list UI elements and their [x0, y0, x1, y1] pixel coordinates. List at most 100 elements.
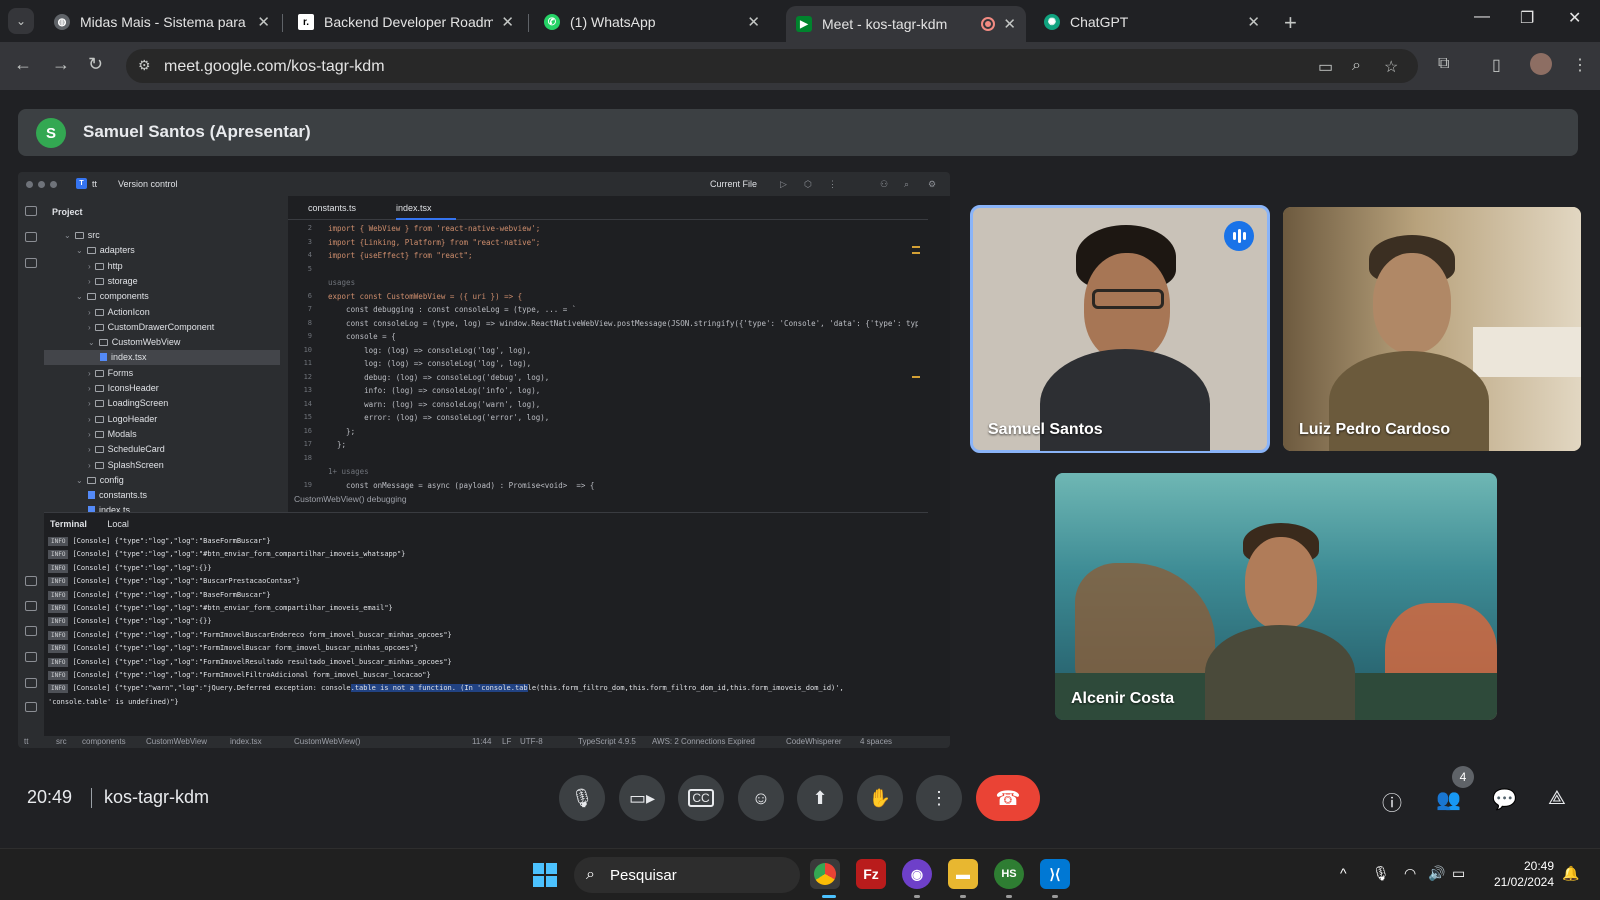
new-tab-button[interactable]: +: [1284, 10, 1297, 36]
project-panel-title: Project: [52, 207, 83, 217]
camera-icon[interactable]: ▭: [1318, 57, 1333, 77]
tree-folder: › SplashScreen: [44, 458, 280, 473]
github-app[interactable]: ◉: [902, 859, 932, 889]
tree-folder: ⌄ CustomWebView: [44, 335, 280, 350]
chevron-down-icon: ⌄: [76, 292, 83, 302]
close-tab-icon[interactable]: ✕: [1247, 13, 1260, 31]
commit-icon: [25, 232, 37, 242]
divider: [91, 788, 92, 808]
code-line: usages: [328, 278, 356, 287]
tab-title: (1) WhatsApp: [570, 14, 656, 30]
code-line: const consoleLog = (type, log) => window…: [328, 318, 918, 328]
restore-button[interactable]: ❐: [1520, 8, 1534, 28]
volume-icon[interactable]: 🔊: [1428, 865, 1445, 882]
forward-button[interactable]: →: [52, 54, 70, 75]
close-window-button[interactable]: ✕: [1568, 8, 1581, 28]
chevron-right-icon: ›: [88, 384, 91, 393]
url-text[interactable]: meet.google.com/kos-tagr-kdm: [164, 58, 385, 76]
log-text: 'console.table' is undefined)"}: [48, 697, 179, 706]
tab-midas[interactable]: ◍ Midas Mais - Sistema para Gere ✕: [44, 6, 280, 38]
reactions-button[interactable]: ☺: [738, 775, 784, 821]
line-number: [288, 276, 312, 290]
battery-icon[interactable]: ▭: [1452, 865, 1465, 882]
log-level-badge: INFO: [48, 644, 69, 654]
line-number: 13: [303, 386, 312, 394]
close-tab-icon[interactable]: ✕: [257, 13, 270, 31]
tab-search-button[interactable]: ⌄: [8, 8, 34, 34]
microphone-tray-icon[interactable]: 🎙: [1372, 865, 1390, 882]
present-button[interactable]: ⬆: [797, 775, 843, 821]
whatsapp-icon: ✆: [544, 14, 560, 30]
scroll-marker: [912, 376, 920, 378]
profile-avatar[interactable]: [1530, 53, 1552, 75]
close-tab-icon[interactable]: ✕: [747, 13, 760, 31]
line-number: 16: [303, 426, 312, 435]
captions-button[interactable]: CC: [678, 775, 724, 821]
participant-tile-samuel[interactable]: Samuel Santos: [970, 205, 1270, 453]
leave-call-button[interactable]: ☎: [976, 775, 1040, 821]
microphone-button[interactable]: 🎙: [559, 775, 605, 821]
notification-bell-icon[interactable]: 🔔: [1562, 865, 1579, 882]
bookmark-star-icon[interactable]: ☆: [1384, 57, 1398, 77]
vscode-app[interactable]: ⟩⟨: [1040, 859, 1070, 889]
tab-meet[interactable]: ▶ Meet - kos-tagr-kdm ✕: [786, 6, 1026, 42]
line-number: 19: [303, 480, 312, 489]
chrome-icon: [814, 863, 836, 885]
tab-roadmap[interactable]: r. Backend Developer Roadmap: W ✕: [288, 6, 524, 38]
code-line: import {Linking, Platform} from "react-n…: [328, 237, 541, 247]
minimize-button[interactable]: —: [1474, 8, 1490, 26]
reload-button[interactable]: ↻: [88, 54, 103, 75]
chat-button[interactable]: 💬: [1492, 787, 1517, 812]
close-tab-icon[interactable]: ✕: [1003, 15, 1016, 33]
taskbar-search[interactable]: ⌕ Pesquisar: [574, 857, 800, 893]
participant-video: [1205, 523, 1355, 720]
log-level-badge: INFO: [48, 684, 69, 694]
camera-button[interactable]: ▭▸: [619, 775, 665, 821]
services-icon: [25, 601, 37, 611]
folder-icon: ▬: [956, 866, 970, 882]
participant-tile-luiz[interactable]: Luiz Pedro Cardoso: [1283, 207, 1581, 451]
user-icon: ⚇: [880, 179, 889, 189]
line-number: 17: [303, 440, 312, 448]
filezilla-app[interactable]: Fz: [856, 859, 886, 889]
site-info-icon[interactable]: ⚙: [138, 57, 151, 74]
start-button[interactable]: [533, 863, 557, 887]
activities-button[interactable]: ⟁: [1548, 787, 1566, 810]
tree-label: config: [99, 474, 124, 485]
chevron-right-icon: ›: [88, 276, 91, 286]
code-line: import { WebView } from 'react-native-we…: [328, 224, 541, 233]
tree-label: components: [99, 291, 149, 302]
tree-label: storage: [107, 275, 138, 286]
tab-chatgpt[interactable]: ✺ ChatGPT ✕: [1034, 6, 1270, 38]
wifi-icon[interactable]: ◠: [1404, 865, 1416, 882]
taskbar-clock[interactable]: 20:49 21/02/2024: [1480, 858, 1554, 890]
code-line: debug: (log) => consoleLog('debug', log)…: [328, 372, 550, 382]
close-tab-icon[interactable]: ✕: [501, 13, 514, 31]
chevron-up-icon[interactable]: ^: [1340, 865, 1347, 881]
participant-tile-alcenir[interactable]: Alcenir Costa: [1055, 473, 1497, 720]
side-panel-icon[interactable]: ▯: [1492, 55, 1501, 75]
back-button[interactable]: ←: [14, 54, 32, 75]
chrome-app[interactable]: [810, 859, 840, 889]
people-button[interactable]: 👥: [1436, 787, 1461, 812]
tree-file: constants.ts: [44, 488, 280, 503]
tree-label: ScheduleCard: [107, 444, 165, 455]
tab-divider: [528, 14, 529, 32]
log-text: [Console] {"type":"log","log":"FormImove…: [72, 644, 419, 653]
file-icon: [100, 353, 107, 362]
folder-icon: [94, 385, 104, 392]
active-indicator: [822, 895, 836, 898]
heidisql-app[interactable]: HS: [994, 859, 1024, 889]
raise-hand-button[interactable]: ✋: [857, 775, 903, 821]
more-options-button[interactable]: ⋮: [916, 775, 962, 821]
address-bar[interactable]: ⚙ meet.google.com/kos-tagr-kdm ▭ ⌕ ☆: [126, 49, 1418, 83]
tab-whatsapp[interactable]: ✆ (1) WhatsApp ✕: [534, 6, 770, 38]
chevron-down-icon: ⌄: [76, 475, 83, 485]
log-text: [Console] {"type":"log","log":{}}: [72, 563, 212, 572]
zoom-icon[interactable]: ⌕: [1352, 57, 1361, 75]
meeting-info-button[interactable]: ⓘ: [1382, 787, 1402, 816]
speaking-indicator-icon: [1224, 221, 1254, 251]
menu-icon[interactable]: ⋮: [1572, 55, 1588, 75]
file-explorer-app[interactable]: ▬: [948, 859, 978, 889]
extensions-icon[interactable]: ⧉: [1438, 55, 1449, 73]
